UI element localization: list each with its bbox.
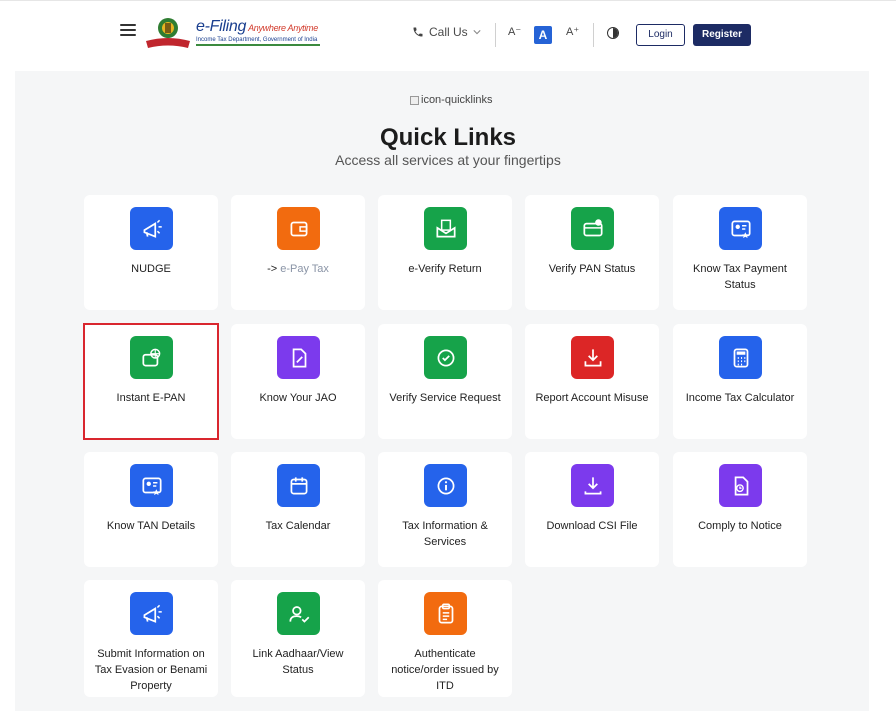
- quick-link-aadhaar[interactable]: Link Aadhaar/View Status: [231, 580, 365, 697]
- megaphone-icon: [130, 207, 173, 250]
- quick-link-label: Report Account Misuse: [535, 392, 649, 404]
- quick-link-label: Authenticate notice/order issued by ITD: [391, 648, 499, 692]
- brand-tagline: Anywhere Anytime: [248, 23, 318, 33]
- divider: [593, 23, 594, 47]
- quick-link-verify-pan[interactable]: Verify PAN Status: [525, 195, 659, 310]
- brand-underline: [196, 44, 320, 46]
- megaphone-icon: [130, 592, 173, 635]
- quick-link-label: Know TAN Details: [106, 520, 196, 532]
- quick-link-calculator[interactable]: Income Tax Calculator: [673, 324, 807, 439]
- quick-link-label: Comply to Notice: [698, 520, 782, 532]
- font-decrease-button[interactable]: A⁻: [508, 25, 521, 38]
- font-normal-button[interactable]: A: [534, 26, 552, 44]
- register-button[interactable]: Register: [693, 24, 751, 46]
- contrast-icon[interactable]: [607, 27, 619, 39]
- divider: [495, 23, 496, 47]
- envelope-doc-icon: [424, 207, 467, 250]
- quick-link-label: Tax Calendar: [265, 520, 331, 532]
- download-icon: [571, 464, 614, 507]
- quick-link-label: Submit Information on Tax Evasion or Ben…: [94, 648, 208, 692]
- quick-link-service-request[interactable]: Verify Service Request: [378, 324, 512, 439]
- brand-title: e-Filing Anywhere Anytime: [196, 18, 318, 35]
- wallet-icon: [277, 207, 320, 250]
- phone-icon: [413, 27, 423, 37]
- info-icon: [424, 464, 467, 507]
- quick-link-label: Link Aadhaar/View Status: [252, 648, 344, 676]
- card-globe-icon: [130, 336, 173, 379]
- page-title: Quick Links: [379, 124, 517, 151]
- quick-link-label: Know Your JAO: [259, 392, 337, 404]
- page-subtitle: Access all services at your fingertips: [335, 152, 561, 168]
- user-check-icon: [277, 592, 320, 635]
- check-badge-icon: [424, 336, 467, 379]
- quick-link-label: Income Tax Calculator: [685, 392, 795, 404]
- quick-link-epay[interactable]: -> e-Pay Tax: [231, 195, 365, 310]
- quick-link-csi[interactable]: Download CSI File: [525, 452, 659, 567]
- quick-link-label: e-Verify Return: [408, 263, 482, 275]
- quick-link-tax-evasion[interactable]: Submit Information on Tax Evasion or Ben…: [84, 580, 218, 697]
- calendar-icon: [277, 464, 320, 507]
- document-clock-icon: [719, 464, 762, 507]
- quick-link-label: Instant E-PAN: [116, 392, 186, 404]
- calculator-icon: [719, 336, 762, 379]
- quick-link-comply[interactable]: Comply to Notice: [673, 452, 807, 567]
- emblem-logo: [146, 18, 190, 48]
- quick-link-authenticate[interactable]: Authenticate notice/order issued by ITD: [378, 580, 512, 697]
- quick-link-label: Download CSI File: [546, 520, 638, 532]
- quick-link-jao[interactable]: Know Your JAO: [231, 324, 365, 439]
- download-tray-icon: [571, 336, 614, 379]
- call-us-label: Call Us: [429, 25, 468, 39]
- login-button[interactable]: Login: [636, 24, 685, 46]
- quick-link-label: Know Tax Payment Status: [693, 263, 787, 291]
- quick-link-label: -> e-Pay Tax: [239, 261, 357, 277]
- font-increase-button[interactable]: A⁺: [566, 25, 579, 38]
- quick-link-label: NUDGE: [131, 263, 171, 275]
- chevron-down-icon: [473, 30, 481, 35]
- clipboard-icon: [424, 592, 467, 635]
- card-check-icon: [571, 207, 614, 250]
- id-card-star-icon: [719, 207, 762, 250]
- quick-link-tax-payment[interactable]: Know Tax Payment Status: [673, 195, 807, 310]
- quick-link-instant-epan[interactable]: Instant E-PAN: [83, 323, 219, 440]
- quick-link-tax-info[interactable]: Tax Information & Services: [378, 452, 512, 567]
- label-prefix: ->: [267, 263, 281, 275]
- quick-link-everify[interactable]: e-Verify Return: [378, 195, 512, 310]
- id-card-star-icon: [130, 464, 173, 507]
- quick-link-nudge[interactable]: NUDGE: [84, 195, 218, 310]
- quick-link-label: Verify PAN Status: [548, 263, 636, 275]
- menu-icon[interactable]: [120, 24, 136, 38]
- top-header: e-Filing Anywhere Anytime Income Tax Depa…: [0, 0, 896, 66]
- call-us-dropdown[interactable]: Call Us: [412, 25, 481, 39]
- document-edit-icon: [277, 336, 320, 379]
- quick-link-label: Verify Service Request: [389, 392, 501, 404]
- quick-link-calendar[interactable]: Tax Calendar: [231, 452, 365, 567]
- quicklinks-image: icon-quicklinks: [410, 94, 493, 106]
- label-muted: e-Pay Tax: [280, 263, 329, 275]
- quick-link-report-misuse[interactable]: Report Account Misuse: [525, 324, 659, 439]
- brand-block[interactable]: e-Filing Anywhere Anytime Income Tax Depa…: [196, 18, 320, 46]
- quick-link-tan[interactable]: Know TAN Details: [84, 452, 218, 567]
- quick-link-label: Tax Information & Services: [402, 520, 488, 548]
- brand-subtitle: Income Tax Department, Government of Ind…: [196, 37, 318, 43]
